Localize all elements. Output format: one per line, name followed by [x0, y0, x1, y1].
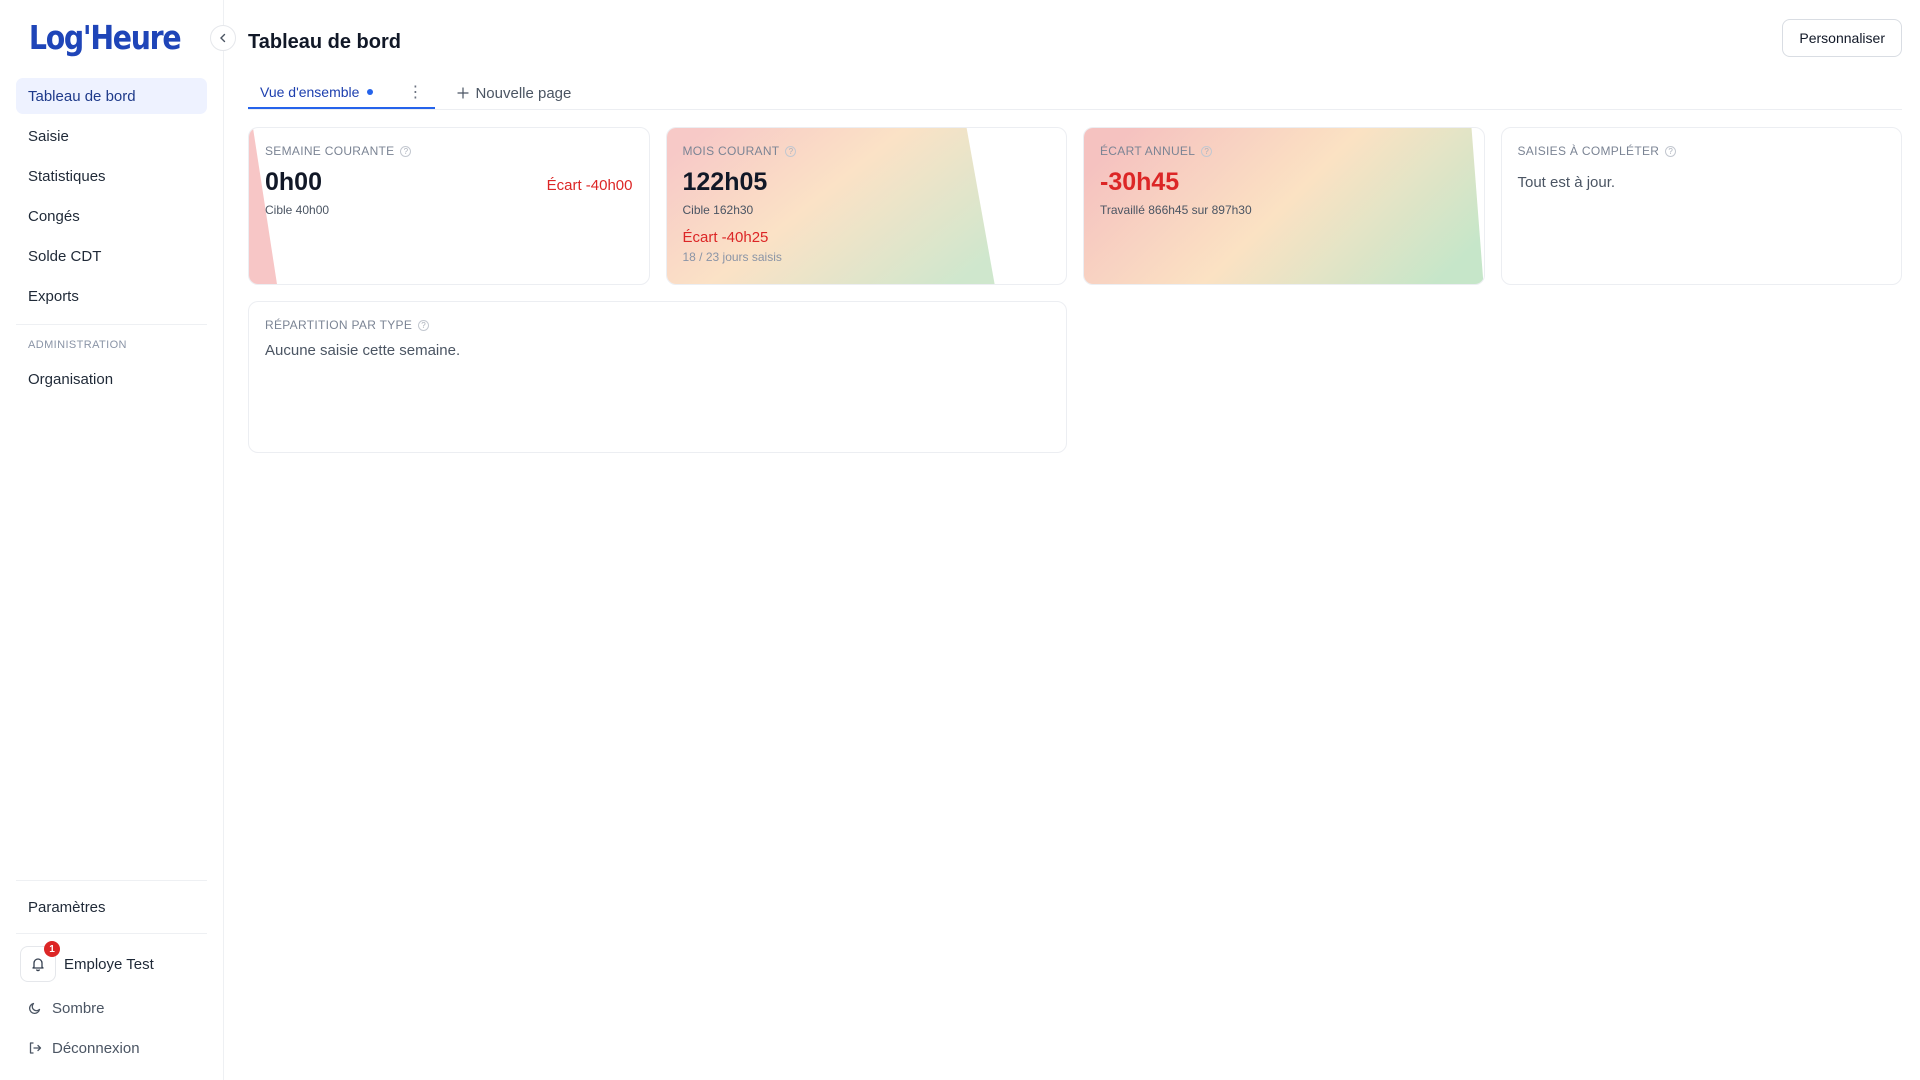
- sidebar-divider: [16, 880, 207, 881]
- logout-label: Déconnexion: [52, 1039, 140, 1057]
- sidebar-item-organisation[interactable]: Organisation: [16, 361, 207, 397]
- sidebar-item-label: Exports: [28, 287, 79, 305]
- sidebar-footer: Paramètres 1 Employe Test Sombre Déconne…: [0, 874, 223, 1080]
- sidebar-section-admin: ADMINISTRATION: [28, 339, 127, 351]
- sidebar-item-label: Solde CDT: [28, 247, 102, 265]
- card-label-text: RÉPARTITION PAR TYPE: [265, 318, 413, 332]
- card-label: SEMAINE COURANTE ?: [265, 144, 633, 158]
- card-label: SAISIES À COMPLÉTER ?: [1518, 144, 1886, 158]
- annual-ecart-value: -30h45: [1100, 168, 1180, 196]
- sidebar-item-statistiques[interactable]: Statistiques: [16, 158, 207, 194]
- sidebar-item-saisie[interactable]: Saisie: [16, 118, 207, 154]
- help-icon[interactable]: ?: [1201, 145, 1213, 157]
- sidebar-item-conges[interactable]: Congés: [16, 198, 207, 234]
- notifications-button[interactable]: 1: [20, 941, 60, 982]
- sidebar-item-label: Saisie: [28, 127, 69, 145]
- sidebar-item-label: Paramètres: [28, 898, 106, 916]
- notification-badge: 1: [44, 941, 60, 957]
- sidebar-item-label: Congés: [28, 207, 80, 225]
- chevron-left-icon: [220, 33, 226, 43]
- sidebar-item-exports[interactable]: Exports: [16, 278, 207, 314]
- help-icon[interactable]: ?: [1665, 145, 1677, 157]
- sidebar-divider: [16, 324, 207, 325]
- new-page-button[interactable]: Nouvelle page: [457, 77, 583, 109]
- main-content: Tableau de bord Personnaliser Vue d'ense…: [224, 0, 1920, 1080]
- breakdown-empty-text: Aucune saisie cette semaine.: [265, 342, 461, 359]
- sidebar-item-label: Tableau de bord: [28, 87, 136, 105]
- card-label-text: SAISIES À COMPLÉTER: [1517, 144, 1660, 158]
- logout-icon: [29, 1042, 42, 1054]
- dashboard-tabs: Vue d'ensemble ⋮ Nouvelle page: [248, 78, 1902, 110]
- user-menu[interactable]: 1 Employe Test: [16, 940, 207, 988]
- app-logo: Log'Heure: [28, 17, 182, 57]
- card-label-text: ÉCART ANNUEL: [1100, 144, 1196, 158]
- card-semaine-courante: SEMAINE COURANTE ? 0h00 Écart -40h00 Cib…: [248, 127, 650, 285]
- help-icon[interactable]: ?: [785, 145, 797, 157]
- moon-icon: [28, 1002, 41, 1015]
- card-label-text: SEMAINE COURANTE: [265, 144, 395, 158]
- theme-toggle[interactable]: Sombre: [16, 988, 207, 1028]
- card-label: RÉPARTITION PAR TYPE ?: [265, 318, 1050, 332]
- plus-icon: [457, 87, 470, 99]
- new-page-label: Nouvelle page: [475, 84, 572, 102]
- sidebar-item-solde-cdt[interactable]: Solde CDT: [16, 238, 207, 274]
- card-label-text: MOIS COURANT: [682, 144, 780, 158]
- month-target: Cible 162h30: [682, 203, 754, 217]
- card-ecart-annuel: ÉCART ANNUEL ? -30h45 Travaillé 866h45 s…: [1083, 127, 1485, 285]
- sidebar-item-label: Organisation: [28, 370, 114, 388]
- annual-worked-detail: Travaillé 866h45 sur 897h30: [1100, 203, 1252, 217]
- tab-active-dot: [367, 89, 374, 95]
- kpi-cards: SEMAINE COURANTE ? 0h00 Écart -40h00 Cib…: [248, 127, 1902, 285]
- user-name: Employe Test: [64, 955, 154, 973]
- sidebar-item-label: Statistiques: [28, 167, 106, 185]
- sidebar: Log'Heure Tableau de bord Saisie Statist…: [0, 0, 236, 1080]
- logout-button[interactable]: Déconnexion: [16, 1028, 207, 1068]
- card-label: ÉCART ANNUEL ?: [1100, 144, 1468, 158]
- month-ecart: Écart -40h25: [682, 229, 769, 246]
- help-icon[interactable]: ?: [400, 145, 412, 157]
- collapse-sidebar-button[interactable]: [210, 25, 236, 51]
- theme-toggle-label: Sombre: [52, 999, 105, 1017]
- week-ecart: Écart -40h00: [546, 177, 633, 194]
- sidebar-item-dashboard[interactable]: Tableau de bord: [16, 78, 207, 114]
- kebab-menu-icon[interactable]: ⋮: [407, 82, 423, 102]
- sidebar-nav: Tableau de bord Saisie Statistiques Cong…: [0, 74, 223, 397]
- customize-button[interactable]: Personnaliser: [1782, 19, 1902, 57]
- week-total-value: 0h00: [265, 168, 322, 196]
- card-label: MOIS COURANT ?: [683, 144, 1051, 158]
- card-repartition-par-type: RÉPARTITION PAR TYPE ? Aucune saisie cet…: [248, 301, 1067, 453]
- tab-label: Vue d'ensemble: [260, 84, 360, 100]
- bell-icon: [32, 958, 44, 972]
- month-total-value: 122h05: [682, 168, 768, 196]
- card-mois-courant: MOIS COURANT ? 122h05 Cible 162h30 Écart…: [665, 127, 1067, 285]
- page-header: Tableau de bord Personnaliser: [248, 0, 1902, 82]
- help-icon[interactable]: ?: [418, 319, 430, 331]
- week-target: Cible 40h00: [265, 203, 330, 217]
- sidebar-item-parametres[interactable]: Paramètres: [16, 887, 207, 927]
- sidebar-divider: [16, 933, 207, 934]
- tab-vue-ensemble[interactable]: Vue d'ensemble ⋮: [248, 77, 436, 109]
- month-days-entered: 18 / 23 jours saisis: [682, 250, 782, 264]
- page-title: Tableau de bord: [248, 30, 401, 53]
- card-saisies-a-completer: SAISIES À COMPLÉTER ? Tout est à jour.: [1500, 127, 1902, 285]
- pending-status-text: Tout est à jour.: [1517, 174, 1616, 191]
